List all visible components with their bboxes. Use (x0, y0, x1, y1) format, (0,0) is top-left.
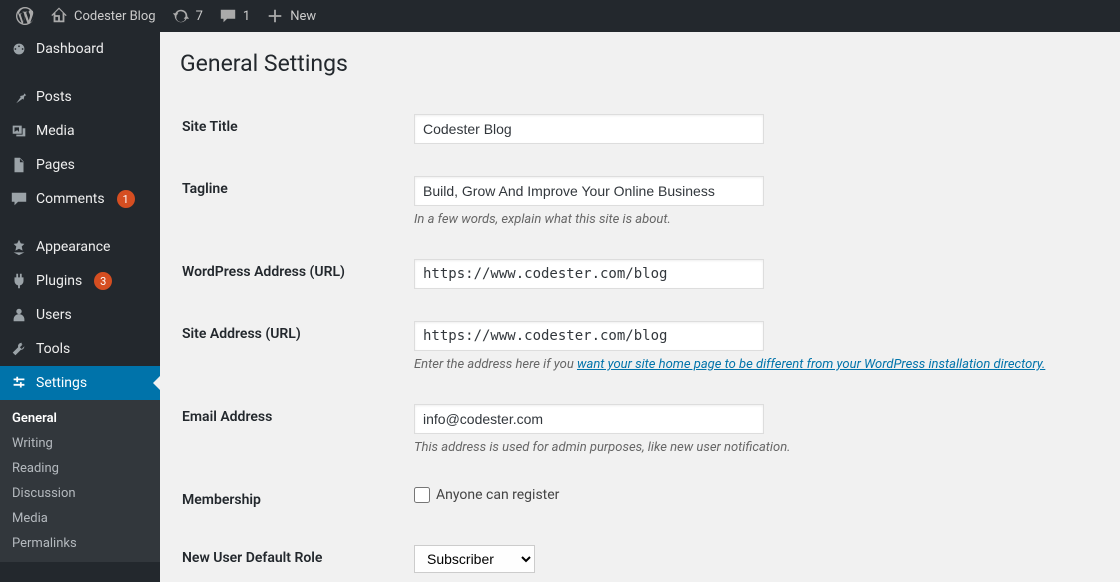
membership-checkbox[interactable] (414, 487, 430, 503)
sidebar-item-label: Users (36, 307, 72, 323)
sidebar-item-label: Plugins (36, 273, 82, 289)
dashboard-icon (10, 40, 28, 58)
sidebar-item-pages[interactable]: Pages (0, 148, 160, 182)
sidebar-item-media[interactable]: Media (0, 114, 160, 148)
page-title: General Settings (180, 50, 1100, 77)
wp-logo[interactable] (8, 0, 42, 32)
site-title-label: Site Title (182, 99, 402, 159)
wp-url-input[interactable] (414, 259, 764, 289)
default-role-label: New User Default Role (182, 530, 402, 582)
sidebar-item-label: Comments (36, 191, 105, 207)
site-url-input[interactable] (414, 321, 764, 351)
sidebar-item-plugins[interactable]: Plugins 3 (0, 264, 160, 298)
submenu-item-discussion[interactable]: Discussion (0, 481, 160, 506)
settings-submenu: GeneralWritingReadingDiscussionMediaPerm… (0, 400, 160, 562)
tagline-label: Tagline (182, 161, 402, 242)
admin-toolbar: Codester Blog 7 1 New (0, 0, 1120, 32)
appearance-icon (10, 238, 28, 256)
users-icon (10, 306, 28, 324)
pin-icon (10, 88, 28, 106)
comments-count: 1 (243, 9, 250, 24)
new-content-link[interactable]: New (258, 0, 324, 32)
admin-sidebar: Dashboard Posts Media Pages Comments 1 Appeara… (0, 32, 160, 582)
sidebar-item-settings[interactable]: Settings (0, 366, 160, 400)
sidebar-item-label: Media (36, 123, 75, 139)
sidebar-item-label: Posts (36, 89, 72, 105)
site-name-text: Codester Blog (74, 9, 156, 24)
submenu-item-permalinks[interactable]: Permalinks (0, 531, 160, 556)
comment-icon (219, 7, 237, 25)
wp-url-label: WordPress Address (URL) (182, 244, 402, 304)
email-input[interactable] (414, 404, 764, 434)
tools-icon (10, 340, 28, 358)
submenu-item-reading[interactable]: Reading (0, 456, 160, 481)
site-url-label: Site Address (URL) (182, 306, 402, 387)
default-role-select[interactable]: Subscriber (414, 545, 535, 573)
site-name-link[interactable]: Codester Blog (42, 0, 164, 32)
plugin-icon (10, 272, 28, 290)
sidebar-item-posts[interactable]: Posts (0, 80, 160, 114)
settings-icon (10, 374, 28, 392)
site-url-help-link[interactable]: want your site home page to be different… (577, 357, 1045, 372)
site-url-description: Enter the address here if you want your … (414, 357, 1088, 372)
sidebar-item-dashboard[interactable]: Dashboard (0, 32, 160, 66)
sidebar-item-appearance[interactable]: Appearance (0, 230, 160, 264)
sidebar-item-label: Appearance (36, 239, 110, 255)
home-icon (50, 7, 68, 25)
pages-icon (10, 156, 28, 174)
wordpress-icon (16, 7, 34, 25)
membership-label: Membership (182, 472, 402, 528)
plus-icon (266, 7, 284, 25)
sidebar-item-label: Settings (36, 375, 87, 391)
tagline-description: In a few words, explain what this site i… (414, 212, 1088, 227)
updates-link[interactable]: 7 (164, 0, 211, 32)
sidebar-item-tools[interactable]: Tools (0, 332, 160, 366)
email-description: This address is used for admin purposes,… (414, 440, 1088, 455)
submenu-item-general[interactable]: General (0, 406, 160, 431)
submenu-item-media[interactable]: Media (0, 506, 160, 531)
new-label: New (290, 9, 316, 24)
sidebar-item-label: Dashboard (36, 41, 104, 57)
media-icon (10, 122, 28, 140)
email-label: Email Address (182, 389, 402, 470)
sidebar-item-label: Pages (36, 157, 75, 173)
updates-count: 7 (196, 9, 203, 24)
sidebar-item-users[interactable]: Users (0, 298, 160, 332)
submenu-item-writing[interactable]: Writing (0, 431, 160, 456)
site-title-input[interactable] (414, 114, 764, 144)
tagline-input[interactable] (414, 176, 764, 206)
sidebar-item-comments[interactable]: Comments 1 (0, 182, 160, 216)
sidebar-badge: 3 (94, 272, 112, 290)
main-content: General Settings Site Title Tagline In a… (160, 32, 1120, 582)
membership-checkbox-label[interactable]: Anyone can register (414, 487, 1088, 503)
sidebar-item-label: Tools (36, 341, 70, 357)
comments-link[interactable]: 1 (211, 0, 258, 32)
sidebar-badge: 1 (117, 190, 135, 208)
refresh-icon (172, 7, 190, 25)
comment-icon (10, 190, 28, 208)
